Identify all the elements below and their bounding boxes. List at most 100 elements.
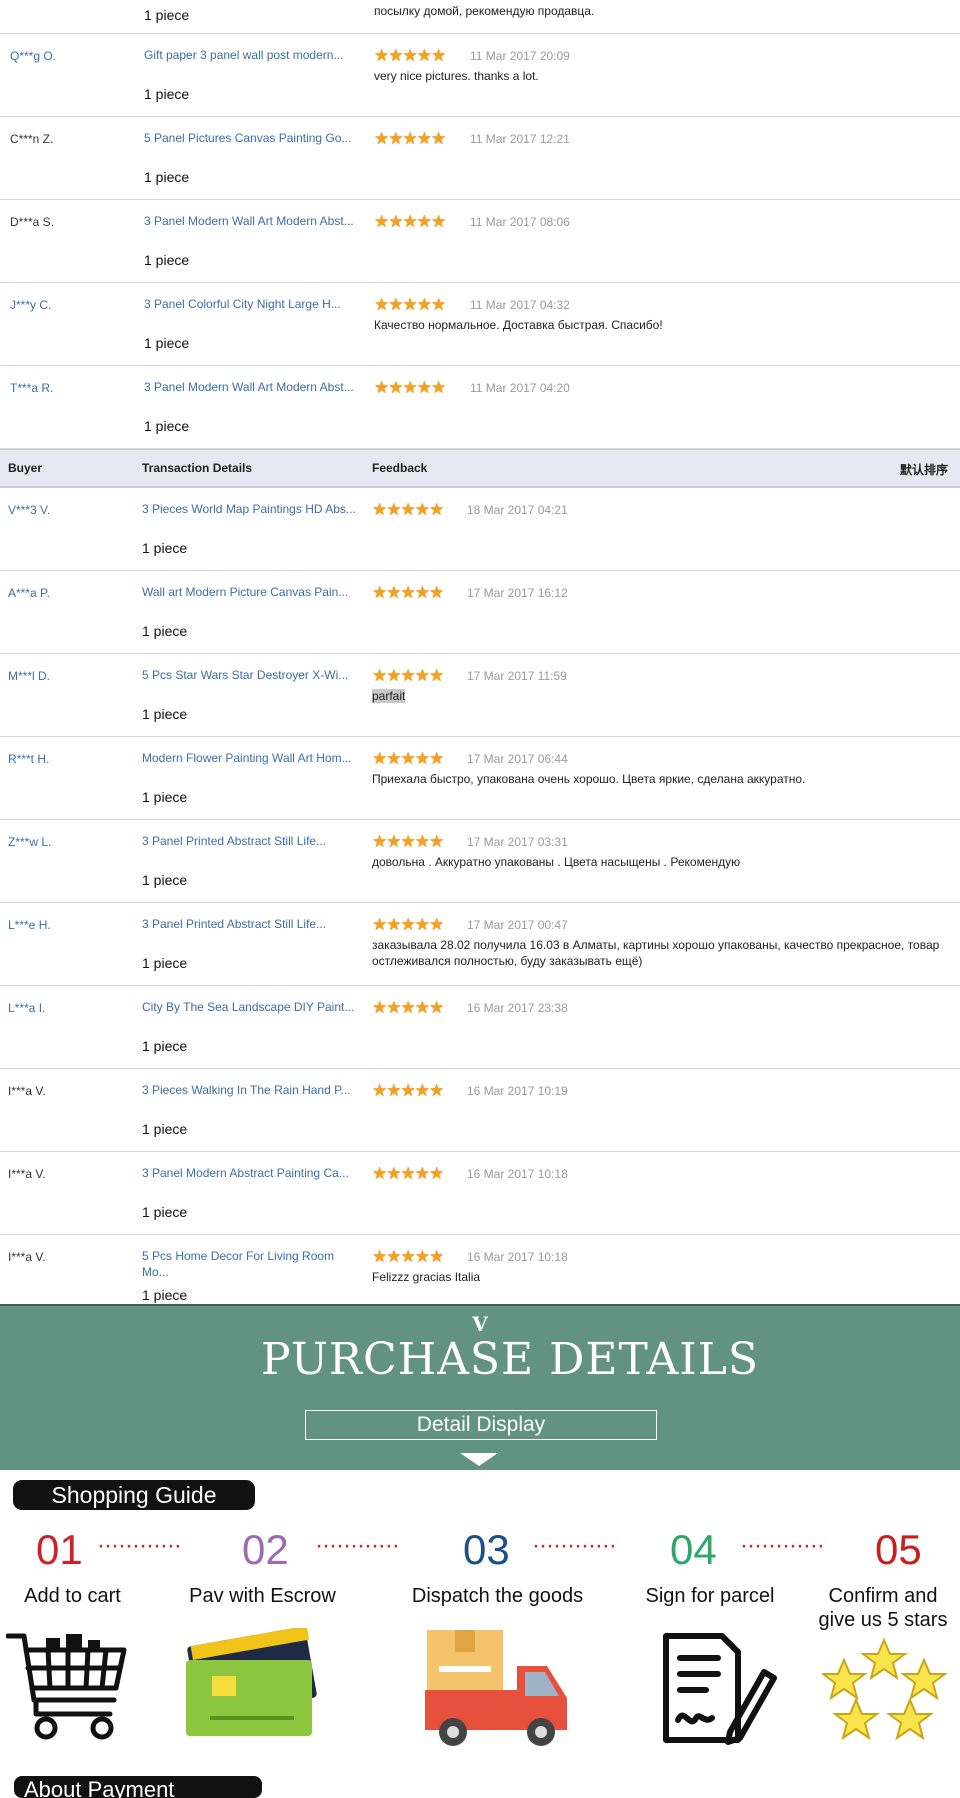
transaction-item-link[interactable]: 5 Pcs Star Wars Star Destroyer X-Wi...	[142, 667, 357, 683]
feedback-row: Z***w L. 3 Panel Printed Abstract Still …	[0, 820, 960, 903]
delivery-truck-icon	[425, 1630, 567, 1746]
buyer-name[interactable]: M***l D.	[8, 669, 50, 683]
feedback-list: 1 piece посылку домой, рекомендую продав…	[0, 0, 960, 1318]
rating-stars: ★★★★★	[372, 1164, 444, 1183]
quantity: 1 piece	[144, 86, 190, 102]
quantity: 1 piece	[144, 335, 190, 351]
rating-stars: ★★★★★	[372, 915, 444, 934]
quantity: 1 piece	[142, 955, 188, 971]
step-number: 04	[670, 1526, 717, 1573]
buyer-name: I***a V.	[8, 1250, 46, 1264]
detail-display-button[interactable]: Detail Display	[305, 1410, 657, 1440]
step-label: Sign for parcel	[645, 1585, 775, 1607]
rating-stars: ★★★★★	[372, 998, 444, 1017]
step-label: Add to cart	[24, 1585, 121, 1607]
buyer-name[interactable]: V***3 V.	[8, 503, 50, 517]
default-sort-link[interactable]: 默认排序	[900, 461, 948, 478]
feedback-row: C***n Z. 5 Panel Pictures Canvas Paintin…	[0, 117, 960, 200]
feedback-date: 17 Mar 2017 16:12	[467, 586, 568, 600]
transaction-item-link[interactable]: City By The Sea Landscape DIY Paint...	[142, 999, 357, 1015]
feedback-date: 17 Mar 2017 11:59	[467, 669, 567, 683]
buyer-name[interactable]: L***a I.	[8, 1001, 45, 1015]
transaction-item-link[interactable]: 3 Panel Modern Abstract Painting Ca...	[142, 1165, 357, 1181]
step-number: 02	[242, 1526, 289, 1573]
buyer-name: I***a V.	[8, 1167, 46, 1181]
feedback-text: very nice pictures. thanks a lot.	[374, 69, 539, 83]
step-dots: ············	[315, 1532, 400, 1559]
quantity: 1 piece	[142, 540, 188, 556]
buyer-name: I***a V.	[8, 1084, 46, 1098]
feedback-table-header: Buyer Transaction Details Feedback 默认排序	[0, 449, 960, 488]
rating-stars: ★★★★★	[374, 295, 446, 314]
buyer-name: D***a S.	[10, 215, 55, 229]
transaction-item-link[interactable]: Modern Flower Painting Wall Art Hom...	[142, 750, 357, 766]
purchase-details-banner: V PURCHASE DETAILS Detail Display	[0, 1304, 960, 1472]
feedback-date: 17 Mar 2017 00:47	[467, 918, 568, 932]
rating-stars: ★★★★★	[372, 832, 444, 851]
quantity: 1 piece	[144, 252, 190, 268]
feedback-date: 17 Mar 2017 06:44	[467, 752, 568, 766]
feedback-date: 16 Mar 2017 23:38	[467, 1001, 568, 1015]
buyer-name[interactable]: A***a P.	[8, 586, 50, 600]
buyer-name: C***n Z.	[10, 132, 54, 146]
feedback-text: Качество нормальное. Доставка быстрая. С…	[374, 318, 663, 332]
transaction-item-link[interactable]: 3 Panel Printed Abstract Still Life...	[142, 833, 357, 849]
rating-stars: ★★★★★	[372, 666, 444, 685]
feedback-row: D***a S. 3 Panel Modern Wall Art Modern …	[0, 200, 960, 283]
five-stars-icon	[822, 1638, 947, 1741]
quantity: 1 piece	[142, 1038, 188, 1054]
feedback-row: T***a R. 3 Panel Modern Wall Art Modern …	[0, 366, 960, 449]
feedback-row: Q***g O. Gift paper 3 panel wall post mo…	[0, 34, 960, 117]
transaction-item-link[interactable]: Wall art Modern Picture Canvas Pain...	[142, 584, 357, 600]
transaction-item-link[interactable]: 3 Panel Colorful City Night Large H...	[144, 296, 359, 312]
rating-stars: ★★★★★	[372, 1081, 444, 1100]
quantity: 1 piece	[142, 706, 188, 722]
step-label: Dispatch the goods	[411, 1585, 584, 1607]
step-dots: ············	[740, 1532, 825, 1559]
column-header-buyer: Buyer	[8, 461, 43, 475]
feedback-row: 1 piece посылку домой, рекомендую продав…	[0, 0, 960, 34]
feedback-text: посылку домой, рекомендую продавца.	[374, 4, 595, 18]
transaction-item-link[interactable]: 3 Pieces Walking In The Rain Hand P...	[142, 1082, 357, 1098]
transaction-item-link[interactable]: Gift paper 3 panel wall post modern...	[144, 47, 359, 63]
feedback-date: 11 Mar 2017 08:06	[470, 215, 570, 229]
signature-document-icon	[663, 1633, 777, 1745]
quantity: 1 piece	[144, 7, 190, 23]
transaction-item-link[interactable]: 5 Pcs Home Decor For Living Room Mo...	[142, 1248, 357, 1280]
feedback-date: 17 Mar 2017 03:31	[467, 835, 568, 849]
quantity: 1 piece	[142, 1287, 188, 1303]
quantity: 1 piece	[142, 1204, 188, 1220]
buyer-name[interactable]: J***y C.	[10, 298, 51, 312]
feedback-date: 11 Mar 2017 04:20	[470, 381, 570, 395]
shopping-guide-badge: Shopping Guide	[13, 1480, 255, 1510]
transaction-item-link[interactable]: 3 Pieces World Map Paintings HD Abs...	[142, 501, 357, 517]
feedback-text: довольна . Аккуратно упакованы . Цвета н…	[372, 855, 741, 869]
column-header-transaction: Transaction Details	[142, 461, 253, 475]
down-arrow-icon	[460, 1453, 498, 1466]
buyer-name[interactable]: Q***g O.	[10, 49, 56, 63]
feedback-text: заказывала 28.02 получила 16.03 в Алматы…	[372, 938, 940, 968]
feedback-text: Приехала быстро, упакована очень хорошо.…	[372, 772, 806, 786]
buyer-name[interactable]: T***a R.	[10, 381, 53, 395]
buyer-name[interactable]: L***e H.	[8, 918, 51, 932]
rating-stars: ★★★★★	[372, 583, 444, 602]
feedback-date: 16 Mar 2017 10:18	[467, 1167, 568, 1181]
step-label: Pav with Escrow	[189, 1585, 336, 1607]
quantity: 1 piece	[142, 1121, 188, 1137]
buyer-name[interactable]: Z***w L.	[8, 835, 51, 849]
buyer-name[interactable]: R***t H.	[8, 752, 49, 766]
rating-stars: ★★★★★	[374, 378, 446, 397]
transaction-item-link[interactable]: 3 Panel Printed Abstract Still Life...	[142, 916, 357, 932]
feedback-date: 16 Mar 2017 10:19	[467, 1084, 568, 1098]
quantity: 1 piece	[142, 623, 188, 639]
feedback-row: R***t H. Modern Flower Painting Wall Art…	[0, 737, 960, 820]
step-dots: ············	[97, 1532, 182, 1559]
step-dots: ············	[532, 1532, 617, 1559]
shopping-cart-icon	[6, 1633, 127, 1740]
feedback-row: L***e H. 3 Panel Printed Abstract Still …	[0, 903, 960, 986]
transaction-item-link[interactable]: 3 Panel Modern Wall Art Modern Abst...	[144, 213, 359, 229]
transaction-item-link[interactable]: 3 Panel Modern Wall Art Modern Abst...	[144, 379, 359, 395]
transaction-item-link[interactable]: 5 Panel Pictures Canvas Painting Go...	[144, 130, 359, 146]
feedback-text: parfait	[372, 688, 942, 704]
credit-card-icon	[186, 1628, 317, 1736]
